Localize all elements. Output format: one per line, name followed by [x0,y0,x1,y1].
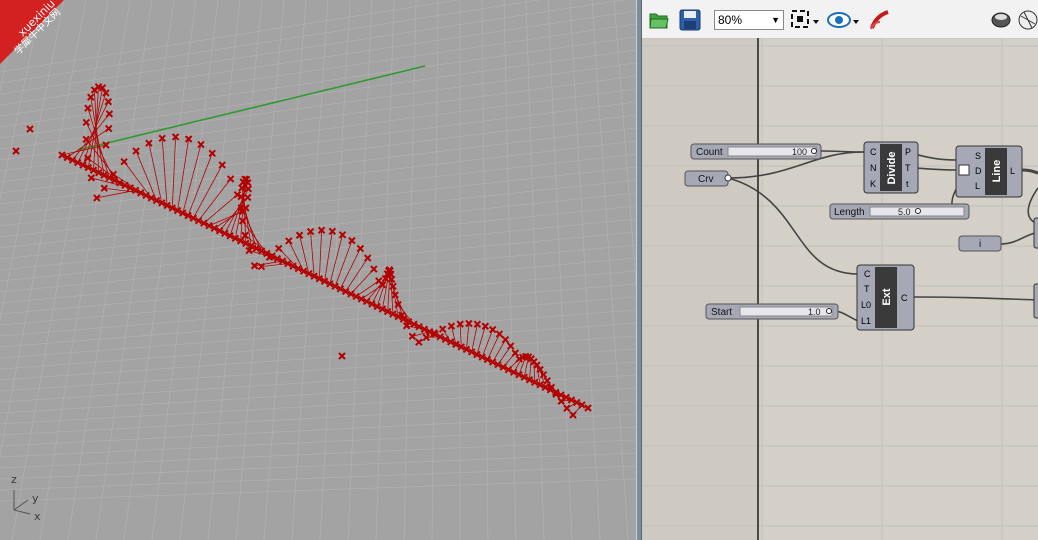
canvas-margin [642,38,758,540]
preview-eye-icon[interactable] [826,8,860,32]
line-input-s: S [975,151,981,161]
i-param-label: i [979,239,981,250]
zoom-value: 80% [718,13,743,27]
grasshopper-editor: 80% ▼ Count 100 Crv Divide C N K P T t L… [642,0,1038,540]
crv-param-label: Crv [698,174,714,185]
line-output-l: L [1010,166,1015,176]
axis-label-x: x [34,510,41,523]
save-icon[interactable] [678,8,702,32]
line-component[interactable]: Line S D L L [955,145,1023,198]
canvas-graph[interactable]: Count 100 Crv Divide C N K P T t Line S … [642,38,1038,540]
count-slider-value: 100 [792,147,807,157]
ext-input-l0: L0 [861,300,871,310]
world-y-axis [77,65,426,151]
ext-output-c: C [901,293,908,303]
shaded-preview-icon[interactable] [990,8,1012,32]
ext-input-l1: L1 [861,316,871,326]
zoom-extents-icon[interactable] [790,8,820,32]
divide-title: Divide [886,151,898,184]
watermark-logo: xuexiniu 学犀牛中文网 [0,0,84,84]
rhino-viewport[interactable]: z y x [0,0,636,540]
divide-input-n: N [870,163,877,173]
length-slider-label: Length [834,207,865,218]
graft-icon [958,164,970,176]
wire-preview-icon[interactable] [1016,8,1038,32]
definition-canvas[interactable]: Count 100 Crv Divide C N K P T t Line S … [642,38,1038,540]
open-file-icon[interactable] [648,8,670,32]
line-title: Line [991,160,1003,183]
divide-input-c: C [870,147,877,157]
construction-grid [0,0,636,540]
line-input-d: D [975,166,982,176]
sketch-brush-icon[interactable] [868,8,892,32]
offscreen-component[interactable] [1033,217,1038,249]
divide-input-k: K [870,179,876,189]
canvas-toolbar: 80% ▼ [642,0,1038,39]
length-slider-value: 5.0 [898,207,911,217]
i-param[interactable]: i [958,235,1002,252]
start-slider[interactable]: Start 1.0 [705,303,839,320]
line-input-l: L [975,181,980,191]
world-axes-icon [13,490,31,515]
divide-component[interactable]: Divide C N K P T t [863,141,919,194]
divide-output-p: P [905,147,911,157]
division-points [12,83,592,419]
zoom-select[interactable]: 80% ▼ [714,10,784,30]
count-slider-label: Count [696,147,723,158]
viewport-canvas[interactable] [0,0,636,540]
ext-input-t: T [864,284,870,294]
crv-param[interactable]: Crv [684,170,732,187]
start-slider-label: Start [711,307,732,318]
ext-component[interactable]: Ext C T L0 L1 C [856,264,915,331]
ext-title: Ext [881,288,893,305]
chevron-down-icon: ▼ [771,15,780,25]
axis-label-y: y [32,492,39,505]
offscreen-component[interactable] [1033,283,1038,319]
ext-input-c: C [864,269,871,279]
divide-output-t: T [905,163,911,173]
count-slider[interactable]: Count 100 [690,143,822,160]
length-slider[interactable]: Length 5.0 [829,203,970,220]
start-slider-value: 1.0 [808,307,821,317]
axis-label-z: z [11,473,17,486]
